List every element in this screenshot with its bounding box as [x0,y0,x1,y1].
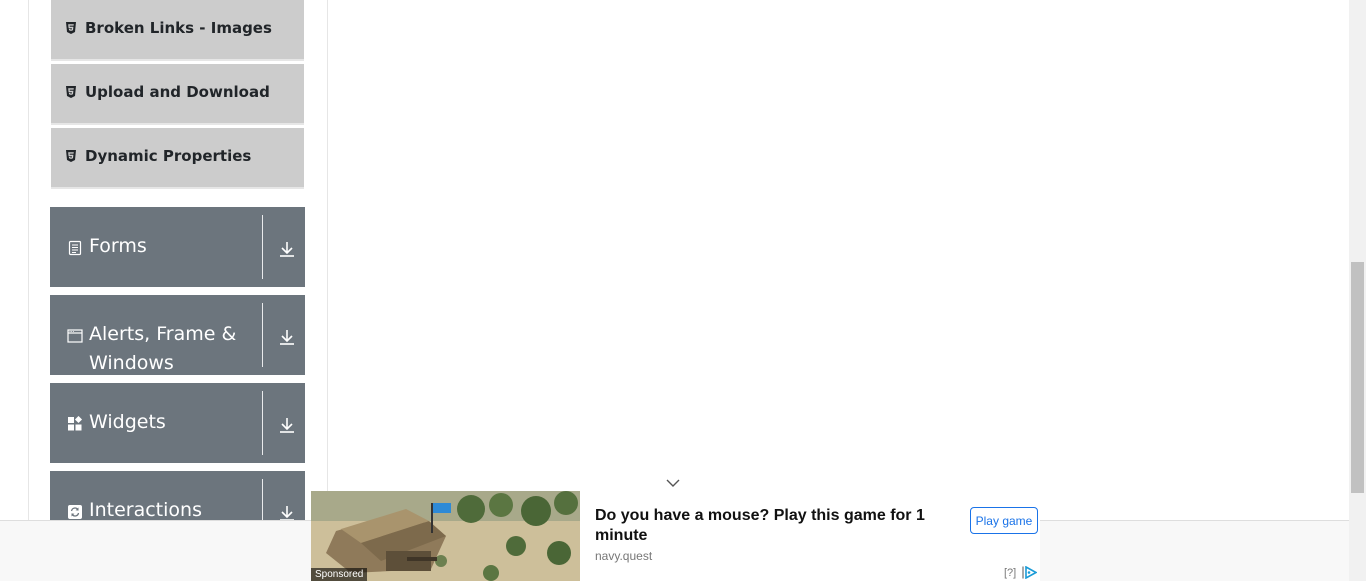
sidebar-group-widgets[interactable]: Widgets [50,383,305,463]
sponsored-label: Sponsored [311,568,368,581]
play-game-button[interactable]: Play game [970,507,1038,534]
ad-image[interactable]: Sponsored [311,491,580,581]
sidebar-item-label: Dynamic Properties [85,147,252,165]
ad-headline[interactable]: Do you have a mouse? Play this game for … [595,506,955,546]
group-title: Widgets [89,411,166,433]
group-separator [262,215,263,279]
group-title: Alerts, Frame & Windows [89,323,237,374]
download-arrow-icon[interactable] [277,239,297,259]
sidebar-group-alerts-frame-windows[interactable]: Alerts, Frame & Windows [50,295,305,375]
refresh-icon [68,505,82,519]
sidebar-item-broken-links[interactable]: Broken Links - Images [51,0,304,61]
document-icon [68,240,82,256]
adchoices-icon[interactable] [1022,566,1037,579]
ad-unit[interactable]: Sponsored Do you have a mouse? Play this… [311,491,1040,581]
html5-icon [66,21,76,34]
group-title: Forms [89,235,147,257]
content-left-border [28,0,29,581]
sidebar-group-forms[interactable]: Forms [50,207,305,287]
html5-icon [66,85,76,98]
download-arrow-icon[interactable] [277,415,297,435]
ad-help-link[interactable]: [?] [1004,567,1016,579]
group-separator [262,391,263,455]
window-icon [67,329,83,343]
widgets-icon [68,416,83,431]
download-arrow-icon[interactable] [277,327,297,347]
html5-icon [66,149,76,162]
sidebar-item-upload-download[interactable]: Upload and Download [51,64,304,125]
sidebar-item-label: Upload and Download [85,83,270,101]
sidebar-item-label: Broken Links - Images [85,19,272,37]
chevron-down-icon[interactable] [664,476,682,490]
page-scrollbar-thumb[interactable] [1351,262,1364,493]
ad-source-domain: navy.quest [595,549,653,563]
group-separator [262,303,263,367]
sidebar-item-dynamic-properties[interactable]: Dynamic Properties [51,128,304,189]
